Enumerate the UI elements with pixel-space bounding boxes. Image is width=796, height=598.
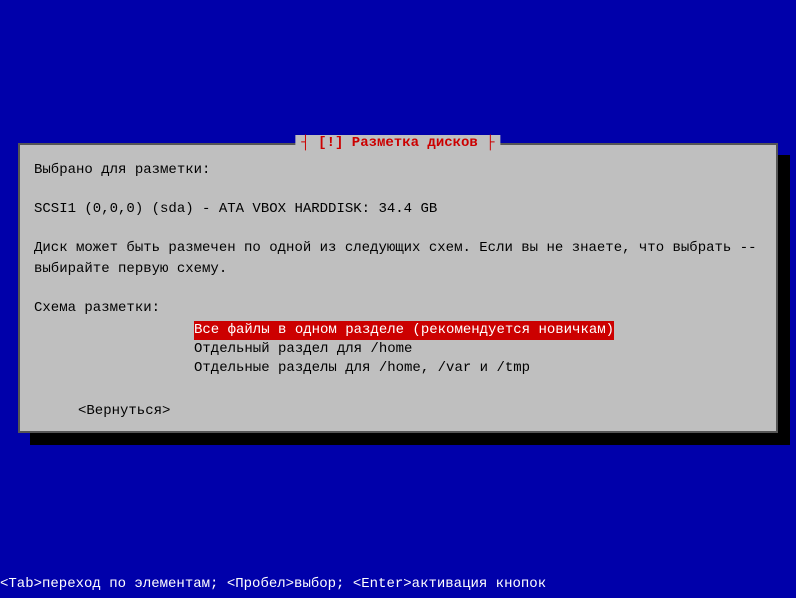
title-suffix: ├ (478, 135, 495, 151)
spacer (34, 281, 762, 299)
back-button[interactable]: <Вернуться> (78, 402, 762, 421)
description-line2: выбирайте первую схему. (34, 260, 762, 279)
spacer (34, 221, 762, 239)
footer-hints: <Tab>переход по элементам; <Пробел>выбор… (0, 576, 546, 592)
intro-label: Выбрано для разметки: (34, 161, 762, 180)
alert-icon: [!] (318, 135, 343, 151)
title-prefix: ┤ (301, 135, 318, 151)
scheme-options: Все файлы в одном разделе (рекомендуется… (194, 321, 762, 378)
option-separate-home-var-tmp[interactable]: Отдельные разделы для /home, /var и /tmp (194, 359, 530, 378)
description-line1: Диск может быть размечен по одной из сле… (34, 239, 762, 258)
dialog-title: ┤ [!] Разметка дисков ├ (295, 135, 500, 151)
option-separate-home[interactable]: Отдельный раздел для /home (194, 340, 412, 359)
scheme-label: Схема разметки: (34, 299, 762, 318)
partition-dialog: ┤ [!] Разметка дисков ├ Выбрано для разм… (18, 143, 778, 433)
spacer (34, 182, 762, 200)
title-text: Разметка дисков (343, 135, 477, 151)
dialog-content: Выбрано для разметки: SCSI1 (0,0,0) (sda… (20, 145, 776, 437)
option-all-one-partition[interactable]: Все файлы в одном разделе (рекомендуется… (194, 321, 614, 340)
disk-info: SCSI1 (0,0,0) (sda) - ATA VBOX HARDDISK:… (34, 200, 762, 219)
